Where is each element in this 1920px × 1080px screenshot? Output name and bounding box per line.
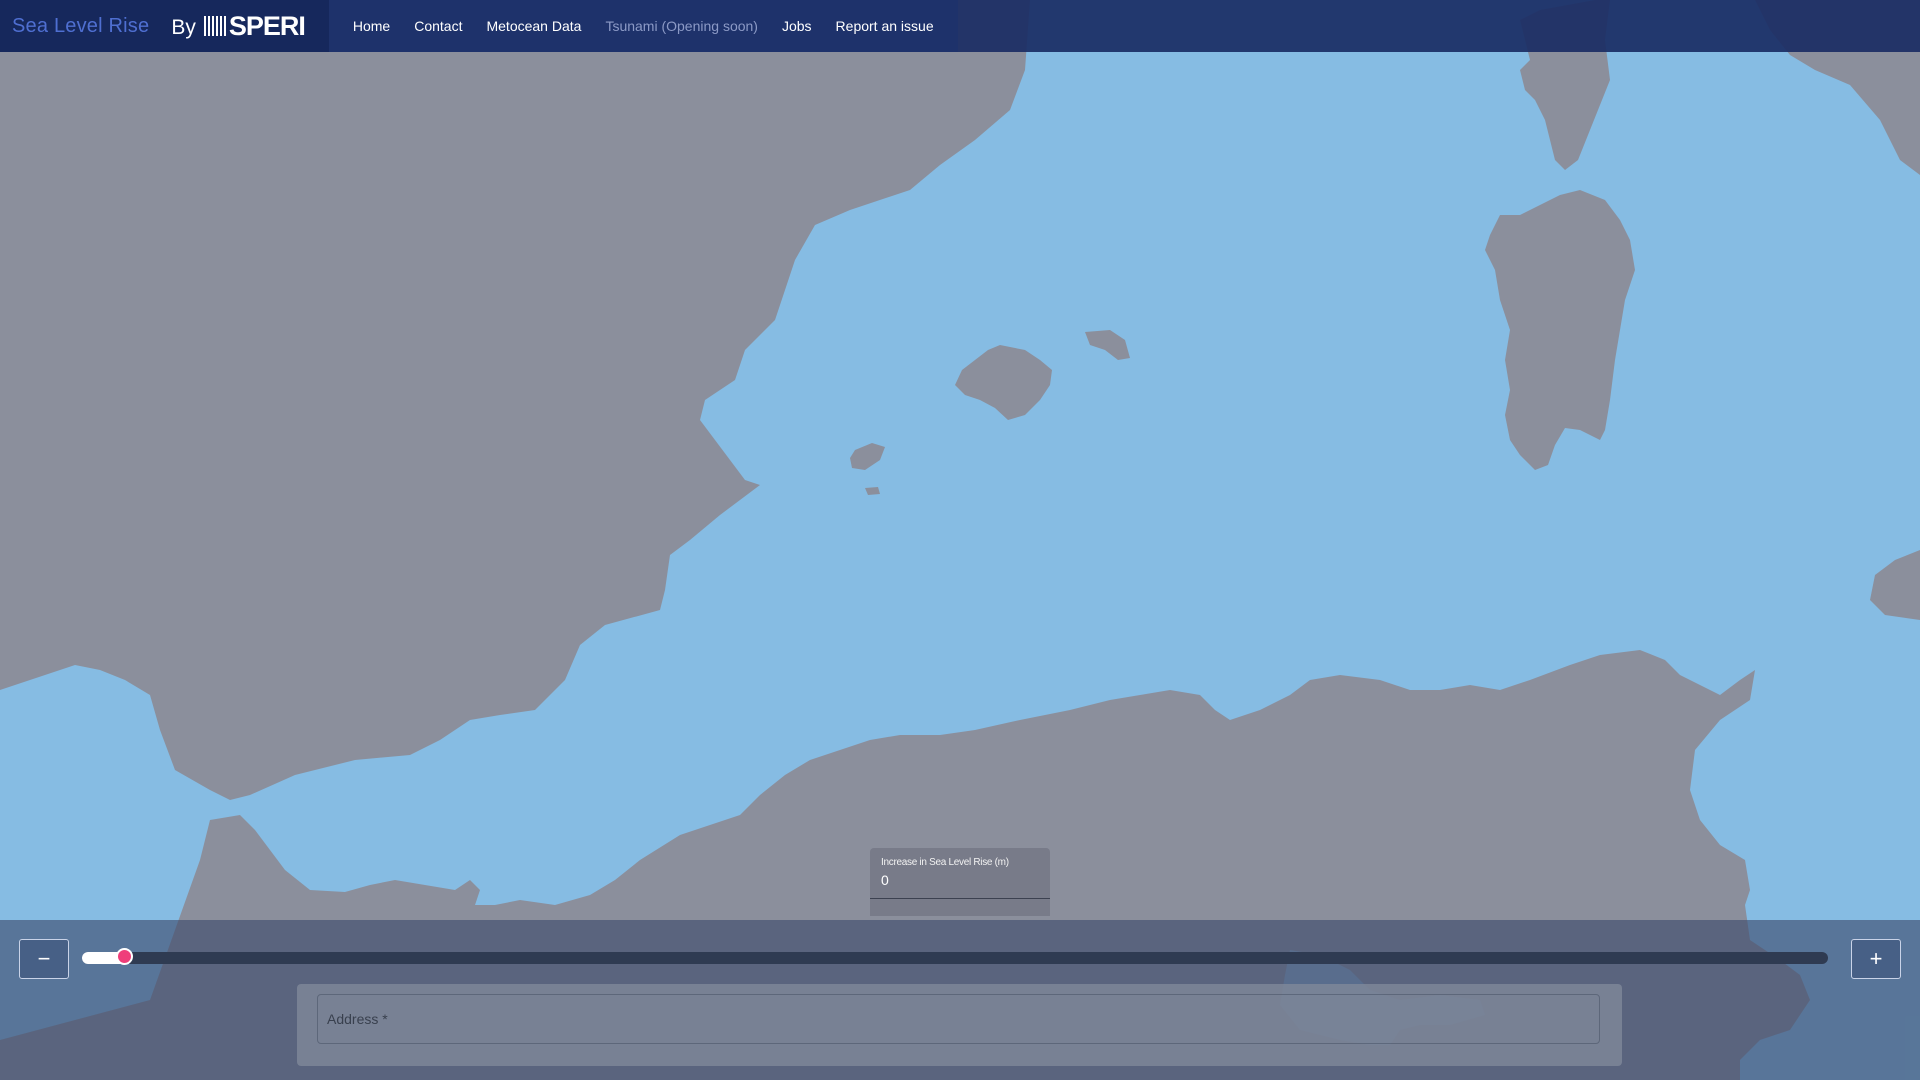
sea-level-rise-underline bbox=[870, 898, 1050, 899]
main-nav: Home Contact Metocean Data Tsunami (Open… bbox=[328, 0, 958, 52]
address-input[interactable] bbox=[317, 994, 1600, 1044]
minus-icon: − bbox=[37, 946, 51, 971]
brand-by-text: By bbox=[171, 16, 196, 39]
sea-level-slider[interactable] bbox=[82, 948, 1828, 965]
address-search-card bbox=[297, 984, 1622, 1066]
sea-level-rise-field[interactable]: Increase in Sea Level Rise (m) 0 bbox=[870, 848, 1050, 916]
nav-report-issue[interactable]: Report an issue bbox=[824, 18, 946, 34]
speri-logo[interactable]: SPERI bbox=[203, 10, 306, 42]
nav-tsunami: Tsunami (Opening soon) bbox=[605, 18, 758, 34]
decrease-button[interactable]: − bbox=[19, 939, 69, 979]
app-title[interactable]: Sea Level Rise bbox=[12, 15, 149, 38]
nav-home[interactable]: Home bbox=[341, 18, 402, 34]
nav-jobs[interactable]: Jobs bbox=[770, 18, 824, 34]
increase-button[interactable]: + bbox=[1851, 939, 1901, 979]
nav-metocean-data[interactable]: Metocean Data bbox=[474, 18, 593, 34]
sea-level-rise-label: Increase in Sea Level Rise (m) bbox=[881, 857, 1009, 868]
plus-icon: + bbox=[1869, 946, 1883, 971]
speri-logo-text: SPERI bbox=[228, 10, 306, 41]
speri-logo-icon bbox=[203, 16, 226, 36]
top-navbar: Sea Level Rise By SPERI Home Contact Met… bbox=[0, 0, 1920, 52]
map[interactable] bbox=[0, 0, 1920, 1080]
nav-contact[interactable]: Contact bbox=[402, 18, 474, 34]
sea-level-rise-value[interactable]: 0 bbox=[881, 872, 889, 888]
map-canvas[interactable] bbox=[0, 0, 1920, 1080]
brand[interactable]: Sea Level Rise By SPERI bbox=[0, 0, 329, 52]
slider-thumb[interactable] bbox=[115, 948, 133, 965]
